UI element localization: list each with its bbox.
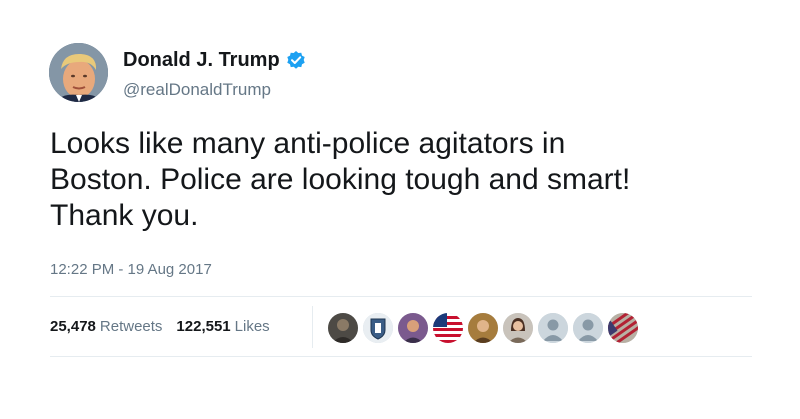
liker-avatar[interactable] — [608, 313, 638, 343]
profile-photo-icon — [49, 43, 108, 102]
likes-stat[interactable]: 122,551 Likes — [176, 316, 269, 338]
likes-label: Likes — [234, 318, 270, 335]
flag-avatar-icon — [433, 313, 463, 343]
liker-avatar[interactable] — [573, 313, 603, 343]
divider — [50, 296, 752, 297]
retweets-stat[interactable]: 25,478 Retweets — [50, 316, 162, 338]
likers-avatar-list — [328, 313, 643, 343]
liker-avatar[interactable] — [328, 313, 358, 343]
author-handle[interactable]: @realDonaldTrump — [123, 79, 271, 101]
badge-avatar-icon — [363, 313, 393, 343]
divider — [50, 356, 752, 357]
user-avatar-icon — [398, 313, 428, 343]
default-avatar-icon — [538, 313, 568, 343]
likes-count: 122,551 — [176, 318, 231, 335]
tweet-card: Donald J. Trump @realDonaldTrump Looks l… — [0, 0, 800, 419]
author-display-name[interactable]: Donald J. Trump — [123, 47, 280, 73]
tweet-timestamp[interactable]: 12:22 PM - 19 Aug 2017 — [50, 260, 212, 280]
default-avatar-icon — [573, 313, 603, 343]
author-name-row: Donald J. Trump — [123, 47, 306, 73]
engagement-stats: 25,478 Retweets 122,551 Likes — [50, 316, 284, 338]
stats-separator — [312, 306, 313, 348]
user-avatar-icon — [503, 313, 533, 343]
retweets-label: Retweets — [99, 318, 163, 335]
tweet-text: Looks like many anti-police agitators in… — [50, 127, 631, 232]
flag-avatar-icon — [608, 313, 638, 343]
user-avatar-icon — [468, 313, 498, 343]
user-avatar-icon — [328, 313, 358, 343]
liker-avatar[interactable] — [398, 313, 428, 343]
liker-avatar[interactable] — [363, 313, 393, 343]
liker-avatar[interactable] — [503, 313, 533, 343]
retweets-count: 25,478 — [50, 318, 96, 335]
verified-badge-icon — [286, 50, 306, 70]
liker-avatar[interactable] — [433, 313, 463, 343]
liker-avatar[interactable] — [468, 313, 498, 343]
liker-avatar[interactable] — [538, 313, 568, 343]
author-avatar[interactable] — [49, 43, 108, 102]
